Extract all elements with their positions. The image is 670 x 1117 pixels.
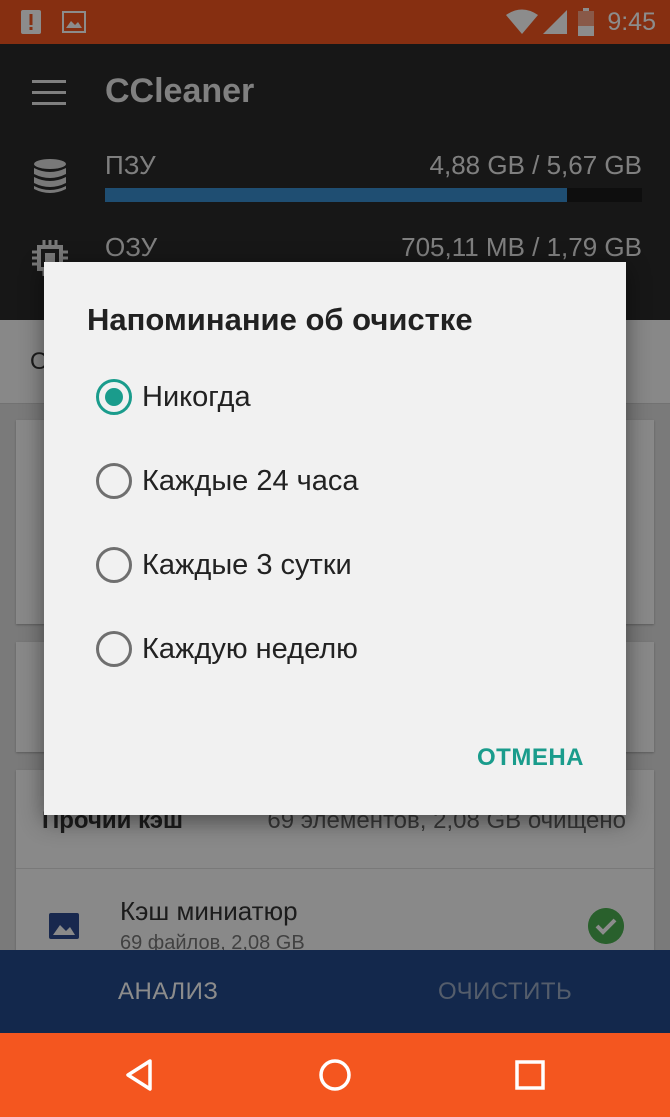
option-every-24-hours[interactable]: Каждые 24 часа bbox=[94, 449, 594, 513]
option-never[interactable]: Никогда bbox=[94, 365, 594, 429]
option-label: Каждые 24 часа bbox=[142, 465, 359, 497]
option-every-3-days[interactable]: Каждые 3 сутки bbox=[94, 533, 594, 597]
cancel-button[interactable]: ОТМЕНА bbox=[477, 744, 584, 772]
radio-button-checked[interactable] bbox=[96, 379, 132, 415]
back-icon[interactable] bbox=[118, 1053, 162, 1097]
dialog-title: Напоминание об очистке bbox=[87, 302, 473, 337]
recent-apps-icon[interactable] bbox=[508, 1053, 552, 1097]
option-label: Каждую неделю bbox=[142, 633, 358, 665]
option-label: Никогда bbox=[142, 381, 251, 413]
radio-button[interactable] bbox=[96, 547, 132, 583]
cleaning-reminder-dialog: Напоминание об очистке Никогда Каждые 24… bbox=[44, 262, 626, 815]
radio-button[interactable] bbox=[96, 463, 132, 499]
navigation-bar bbox=[0, 1033, 670, 1117]
home-icon[interactable] bbox=[313, 1053, 357, 1097]
option-every-week[interactable]: Каждую неделю bbox=[94, 617, 594, 681]
radio-button[interactable] bbox=[96, 631, 132, 667]
option-label: Каждые 3 сутки bbox=[142, 549, 352, 581]
